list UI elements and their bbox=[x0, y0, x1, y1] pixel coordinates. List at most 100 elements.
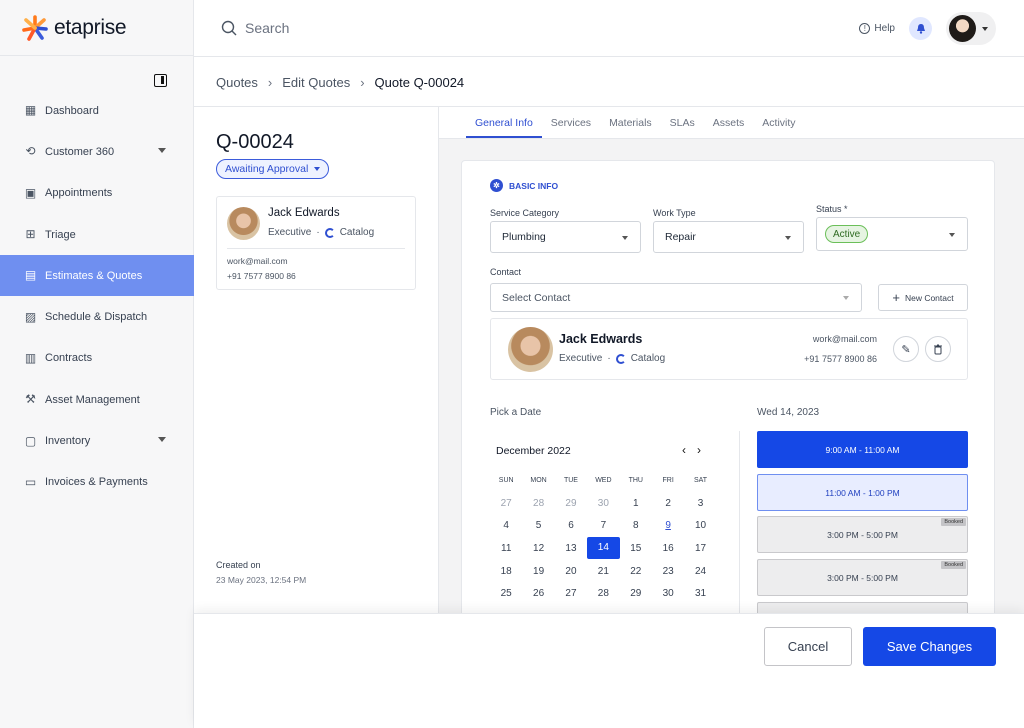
calendar-week-row: 11 12 13 14 15 16 17 bbox=[490, 537, 717, 560]
sidebar-item-triage[interactable]: ⊞ Triage bbox=[0, 214, 194, 255]
time-slot-booked[interactable]: 3:00 PM - 5:00 PM Booked bbox=[757, 559, 968, 596]
calendar-day-today[interactable]: 9 bbox=[652, 520, 684, 531]
calendar-day[interactable]: 15 bbox=[620, 543, 652, 554]
chevron-right-icon: › bbox=[267, 75, 273, 90]
status-select[interactable]: Active bbox=[816, 217, 968, 251]
calendar-day[interactable]: 23 bbox=[652, 566, 684, 577]
time-slot-selected[interactable]: 9:00 AM - 11:00 AM bbox=[757, 431, 968, 468]
contact-phone: +91 7577 8900 86 bbox=[227, 271, 296, 281]
calendar-day[interactable]: 11 bbox=[490, 543, 522, 554]
pencil-icon: ✎ bbox=[901, 343, 911, 356]
catalog-icon bbox=[324, 227, 335, 238]
contact-select[interactable]: Select Contact bbox=[490, 283, 862, 312]
calendar-day[interactable]: 3 bbox=[684, 498, 716, 509]
calendar-day[interactable]: 22 bbox=[620, 566, 652, 577]
calendar-day[interactable]: 26 bbox=[522, 588, 554, 599]
sidebar-item-appointments[interactable]: ▣ Appointments bbox=[0, 173, 194, 214]
contract-icon: ▥ bbox=[24, 350, 37, 365]
sidebar-item-schedule-dispatch[interactable]: ▨ Schedule & Dispatch bbox=[0, 296, 194, 337]
service-category-select[interactable]: Plumbing bbox=[490, 221, 641, 253]
calendar-day[interactable]: 31 bbox=[684, 588, 716, 599]
calendar-day[interactable]: 12 bbox=[522, 543, 554, 554]
tab-activity[interactable]: Activity bbox=[753, 107, 804, 138]
calendar-day[interactable]: 20 bbox=[555, 566, 587, 577]
info-settings-icon: ✲ bbox=[490, 179, 503, 192]
calendar-day[interactable]: 16 bbox=[652, 543, 684, 554]
calendar-day[interactable]: 27 bbox=[555, 588, 587, 599]
calendar-grid: SUN MON TUE WED THU FRI SAT 27 28 29 30 … bbox=[490, 469, 717, 605]
booked-badge: Booked bbox=[941, 561, 966, 569]
search-input[interactable]: Search bbox=[221, 20, 289, 36]
chevron-down-icon bbox=[158, 437, 166, 443]
sidebar-item-contracts[interactable]: ▥ Contracts bbox=[0, 338, 194, 379]
calendar-day[interactable]: 25 bbox=[490, 588, 522, 599]
sidebar: etaprise ▦ Dashboard ⟲ Customer 360 ▣ Appoi… bbox=[0, 0, 194, 728]
info-icon: ! bbox=[859, 23, 871, 34]
time-slot[interactable]: 11:00 AM - 1:00 PM bbox=[757, 474, 968, 511]
weekday-label: THU bbox=[628, 476, 643, 484]
new-contact-button[interactable]: + New Contact bbox=[878, 284, 968, 311]
breadcrumb-quotes[interactable]: Quotes bbox=[216, 75, 258, 90]
calendar-day[interactable]: 2 bbox=[652, 498, 684, 509]
status-dropdown[interactable]: Awaiting Approval bbox=[216, 159, 330, 179]
calendar-day[interactable]: 28 bbox=[522, 498, 554, 509]
calendar-day[interactable]: 21 bbox=[587, 566, 619, 577]
separator-dot: · bbox=[607, 353, 611, 364]
sidebar-item-customer-360[interactable]: ⟲ Customer 360 bbox=[0, 131, 194, 172]
sidebar-item-invoices-payments[interactable]: ▭ Invoices & Payments bbox=[0, 462, 194, 503]
delete-contact-button[interactable] bbox=[925, 336, 951, 362]
plus-icon: + bbox=[892, 289, 900, 305]
calendar-day[interactable]: 19 bbox=[522, 566, 554, 577]
contact-company: Catalog bbox=[630, 353, 666, 364]
tab-assets[interactable]: Assets bbox=[704, 107, 754, 138]
work-type-value: Repair bbox=[665, 231, 696, 243]
sidebar-item-inventory[interactable]: ▢ Inventory bbox=[0, 420, 194, 461]
calendar-day[interactable]: 30 bbox=[652, 588, 684, 599]
calendar-day[interactable]: 24 bbox=[684, 566, 716, 577]
calendar-day[interactable]: 18 bbox=[490, 566, 522, 577]
chevron-right-icon[interactable]: › bbox=[697, 443, 701, 457]
sidebar-item-dashboard[interactable]: ▦ Dashboard bbox=[0, 90, 194, 131]
bell-icon bbox=[916, 24, 925, 34]
tab-slas[interactable]: SLAs bbox=[661, 107, 704, 138]
sidebar-item-estimates-quotes[interactable]: ▤ Estimates & Quotes bbox=[0, 255, 194, 297]
sidebar-item-asset-management[interactable]: ⚒ Asset Management bbox=[0, 379, 194, 420]
calendar-day[interactable]: 28 bbox=[587, 588, 619, 599]
calendar-day[interactable]: 7 bbox=[587, 520, 619, 531]
user-menu[interactable] bbox=[946, 12, 996, 45]
collapse-sidebar-icon[interactable] bbox=[154, 74, 167, 87]
topbar-actions: ! Help bbox=[859, 12, 996, 45]
calendar-day[interactable]: 17 bbox=[684, 543, 716, 554]
work-type-select[interactable]: Repair bbox=[653, 221, 804, 253]
calendar-day[interactable]: 13 bbox=[555, 543, 587, 554]
calendar-day[interactable]: 4 bbox=[490, 520, 522, 531]
calendar-day[interactable]: 30 bbox=[587, 498, 619, 509]
calendar-day-selected[interactable]: 14 bbox=[587, 537, 620, 560]
calendar-day[interactable]: 8 bbox=[620, 520, 652, 531]
save-changes-button[interactable]: Save Changes bbox=[863, 627, 996, 666]
notifications-button[interactable] bbox=[909, 17, 932, 40]
avatar bbox=[949, 15, 976, 42]
status-label: Awaiting Approval bbox=[225, 163, 309, 175]
basic-info-card: ✲ BASIC INFO Service Category Plumbing Wo… bbox=[461, 160, 995, 620]
calendar-day[interactable]: 27 bbox=[490, 498, 522, 509]
cancel-button[interactable]: Cancel bbox=[764, 627, 852, 666]
breadcrumb-edit-quotes[interactable]: Edit Quotes bbox=[282, 75, 350, 90]
edit-contact-button[interactable]: ✎ bbox=[893, 336, 919, 362]
contact-email: work@mail.com bbox=[812, 334, 877, 344]
tab-general-info[interactable]: General Info bbox=[466, 107, 542, 138]
calendar-day[interactable]: 6 bbox=[555, 520, 587, 531]
calendar-day[interactable]: 1 bbox=[620, 498, 652, 509]
calendar-day[interactable]: 10 bbox=[684, 520, 716, 531]
calendar-day[interactable]: 29 bbox=[620, 588, 652, 599]
calendar-day[interactable]: 5 bbox=[522, 520, 554, 531]
chevron-left-icon[interactable]: ‹ bbox=[682, 443, 686, 457]
calendar-day[interactable]: 29 bbox=[555, 498, 587, 509]
tab-services[interactable]: Services bbox=[542, 107, 600, 138]
logo[interactable]: etaprise bbox=[0, 0, 193, 56]
calendar-month-label: December 2022 bbox=[496, 445, 571, 457]
tab-materials[interactable]: Materials bbox=[600, 107, 661, 138]
time-slot-booked[interactable]: 3:00 PM - 5:00 PM Booked bbox=[757, 516, 968, 553]
help-button[interactable]: ! Help bbox=[859, 23, 895, 34]
trash-icon bbox=[934, 344, 942, 354]
